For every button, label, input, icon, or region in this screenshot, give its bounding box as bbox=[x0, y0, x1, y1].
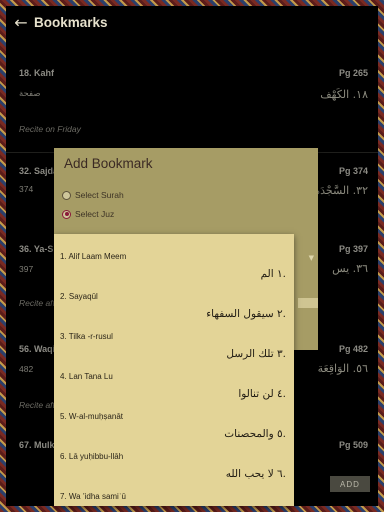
bookmark-name: 18. Kahf bbox=[19, 68, 55, 78]
bookmark-name: 32. Sajda bbox=[19, 166, 59, 176]
bookmark-safha-number: 397 bbox=[19, 264, 34, 274]
bookmark-arabic: ٣٢. السَّجْدَة bbox=[314, 184, 368, 197]
juz-option[interactable]: 4. Lan Tana Lu .٤ لن تنالوا bbox=[54, 366, 294, 406]
bookmark-page: Pg 265 bbox=[338, 68, 368, 78]
juz-option[interactable]: 1. Alif Laam Meem .١ الم bbox=[54, 246, 294, 286]
bookmark-page: Pg 397 bbox=[338, 244, 368, 254]
juz-option-latin: 7. Wa ’idha samiʿū bbox=[60, 492, 126, 501]
radio-label: Select Juz bbox=[75, 209, 115, 219]
bookmark-note: Recite aft bbox=[19, 298, 55, 308]
bookmark-name: 56. Waqi bbox=[19, 344, 56, 354]
dropdown-arrow-icon[interactable]: ▼ bbox=[309, 254, 314, 262]
radio-select-juz[interactable]: Select Juz bbox=[62, 209, 114, 219]
radio-unchecked-icon[interactable] bbox=[62, 190, 71, 200]
juz-option-latin: 6. Lā yuḥibbu-llāh bbox=[60, 452, 124, 461]
radio-label: Select Surah bbox=[75, 190, 124, 200]
dialog-field-edge bbox=[298, 298, 318, 308]
juz-option-arabic: .٦ لا يحب الله bbox=[225, 468, 286, 480]
juz-option-latin: 3. Tilka -r-rusul bbox=[60, 332, 113, 341]
juz-option[interactable]: 3. Tilka -r-rusul .٣ تلك الرسل bbox=[54, 326, 294, 366]
arrow-left-icon[interactable]: ← bbox=[8, 13, 34, 32]
juz-option-latin: 5. W-al-muḥṣanāt bbox=[60, 412, 123, 421]
juz-option[interactable]: 6. Lā yuḥibbu-llāh .٦ لا يحب الله bbox=[54, 446, 294, 486]
bookmark-note: Recite on Friday bbox=[19, 124, 81, 134]
bookmark-arabic: ٣٦. يس bbox=[332, 262, 368, 275]
bookmark-safha-number: 374 bbox=[19, 184, 34, 194]
juz-option[interactable]: 2. Sayaqūl .٢ سيقول السفهاء bbox=[54, 286, 294, 326]
juz-option-latin: 2. Sayaqūl bbox=[60, 292, 98, 301]
radio-select-surah[interactable]: Select Surah bbox=[62, 190, 124, 200]
bookmark-arabic: ١٨. الكَهْف bbox=[320, 88, 368, 101]
bookmark-safha: صفحة bbox=[19, 88, 41, 98]
juz-option-arabic: .٢ سيقول السفهاء bbox=[206, 308, 286, 320]
juz-option-arabic: .٤ لن تنالوا bbox=[238, 388, 286, 400]
radio-checked-icon[interactable] bbox=[62, 209, 71, 219]
juz-option[interactable]: 7. Wa ’idha samiʿū bbox=[54, 486, 294, 506]
bookmark-note: Recite aft bbox=[19, 400, 55, 410]
juz-option-arabic: .١ الم bbox=[260, 268, 286, 280]
add-button[interactable]: ADD bbox=[330, 476, 370, 492]
juz-dropdown-list[interactable]: 1. Alif Laam Meem .١ الم 2. Sayaqūl .٢ س… bbox=[54, 234, 294, 506]
juz-option-arabic: .٥ والمحصنات bbox=[224, 428, 286, 440]
page-title: Bookmarks bbox=[34, 14, 108, 30]
bookmark-page: Pg 509 bbox=[338, 440, 368, 450]
bookmark-arabic: ٥٦. الوَاقِعَة bbox=[317, 362, 368, 375]
bookmark-name: 67. Mulk bbox=[19, 440, 55, 450]
juz-option[interactable]: 5. W-al-muḥṣanāt .٥ والمحصنات bbox=[54, 406, 294, 446]
bookmark-page: Pg 374 bbox=[338, 166, 368, 176]
bookmark-page: Pg 482 bbox=[338, 344, 368, 354]
dialog-title: Add Bookmark bbox=[64, 156, 153, 171]
bookmark-name: 36. Ya-Si bbox=[19, 244, 56, 254]
juz-option-latin: 4. Lan Tana Lu bbox=[60, 372, 113, 381]
app-bar: ← Bookmarks bbox=[6, 6, 378, 38]
juz-option-arabic: .٣ تلك الرسل bbox=[226, 348, 286, 360]
bookmark-safha-number: 482 bbox=[19, 364, 34, 374]
juz-option-latin: 1. Alif Laam Meem bbox=[60, 252, 127, 261]
